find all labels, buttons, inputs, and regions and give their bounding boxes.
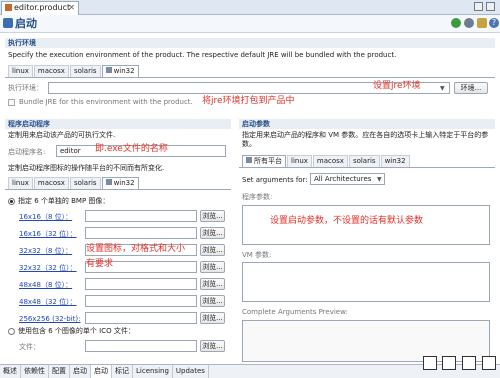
bmp-radio-label: 指定 6 个单独的 BMP 图像： [18,197,110,205]
bmp-link-0[interactable]: 16x16（8 位）： [19,213,72,222]
annotation-name: 即.exe文件的名称 [95,144,168,154]
annotation-icon-line2: 有要求 [86,259,114,269]
launcher-tabs: linux macosx solaris win32 [8,177,140,189]
annotation-icon-line1: 设置图标，对格式和大小 [86,244,186,254]
bmp-input-4[interactable] [85,278,197,290]
vm-args-textarea[interactable] [242,262,490,302]
divider [5,77,495,78]
bmp-link-4[interactable]: 48x48（8 位）： [19,281,72,290]
tab-linux[interactable]: linux [8,65,33,77]
maximize-icon[interactable] [486,2,495,11]
browse-button-ico[interactable]: 浏览... [200,340,225,352]
tab-dependencies[interactable]: 依赖性 [21,365,49,378]
chevron-down-icon[interactable]: ▼ [377,176,382,183]
bmp-input-6[interactable] [85,312,197,324]
page-title: 启动 [15,17,37,30]
ico-radio[interactable] [8,328,15,335]
bmp-link-5[interactable]: 48x48（32 位）： [19,298,77,307]
divider [5,189,231,190]
file-label: 文件： [19,343,40,351]
set-args-select[interactable]: All Architectures [310,173,385,185]
vm-args-label: VM 参数: [242,251,272,259]
tab-configuration[interactable]: 配置 [49,365,70,378]
product-file-icon [5,4,12,11]
divider [239,167,495,168]
exec-env-heading: 执行环境 [5,38,495,48]
bmp-link-3[interactable]: 32x32（32 位）： [19,264,77,273]
tab-branding[interactable]: 标记 [112,365,133,378]
editor-tab-title: editor.product [14,3,71,12]
browse-button-5[interactable]: 浏览... [200,295,225,307]
tab-solaris[interactable]: solaris [69,65,101,77]
run-icon[interactable] [451,18,461,28]
platform-icon [246,157,252,163]
annotation-env: 设置jre环境 [373,81,421,91]
browse-button-6[interactable]: 浏览... [200,312,225,324]
form-title-bar [0,15,500,33]
bmp-link-2[interactable]: 32x32（8 位）： [19,247,72,256]
launch-args-heading: 启动参数 [239,119,495,129]
bmp-link-6[interactable]: 256x256 (32-bit): [19,315,80,324]
tab-macosx[interactable]: macosx [33,65,69,77]
bmp-link-1[interactable]: 16x16（32 位）： [19,230,77,239]
bmp-radio[interactable] [8,198,15,205]
tab-win32[interactable]: win32 [101,177,139,189]
launcher-heading: 程序启动程序 [5,119,231,129]
bmp-input-0[interactable] [85,210,197,222]
tab-macosx[interactable]: macosx [33,177,69,189]
win32-icon [105,179,112,185]
help-icon[interactable]: ? [489,18,499,28]
tab-win32[interactable]: win32 [101,65,139,77]
exec-env-description: Specify the execution environment of the… [8,51,397,59]
screenshot-box [482,356,496,370]
browse-button-1[interactable]: 浏览... [200,227,225,239]
bundle-jre-label: Bundle JRE for this environment with the… [19,98,193,106]
tab-win32[interactable]: win32 [380,155,410,167]
tab-all-platforms[interactable]: 所有平台 [242,155,286,167]
tab-linux[interactable]: linux [287,155,312,167]
tab-updates[interactable]: Updates [173,365,209,378]
screenshot-box [462,356,476,370]
ico-file-input[interactable] [85,340,197,352]
launch-args-tabs: 所有平台 linux macosx solaris win32 [242,155,411,167]
launch-icon [3,18,13,28]
env-button[interactable]: 环境... [454,82,488,94]
tab-overview[interactable]: 概述 [0,365,21,378]
tab-macosx[interactable]: macosx [312,155,348,167]
bundle-jre-checkbox[interactable] [8,99,15,106]
debug-icon[interactable] [464,18,474,28]
ico-radio-label: 使用包含 6 个图像的单个 ICO 文件： [18,327,135,335]
close-icon[interactable]: ✕ [68,2,75,14]
browse-button-3[interactable]: 浏览... [200,261,225,273]
screenshot-box [423,356,437,370]
browse-button-2[interactable]: 浏览... [200,244,225,256]
browse-button-4[interactable]: 浏览... [200,278,225,290]
tab-launch[interactable]: 启动 [91,365,112,378]
tab-solaris[interactable]: solaris [69,177,101,189]
launcher-name-label: 启动程序名: [8,148,46,156]
export-icon[interactable] [477,18,487,28]
env-label: 执行环境： [8,84,43,92]
editor-tab[interactable]: editor.product ✕ [1,1,79,15]
win32-icon [105,67,112,73]
set-args-label: Set arguments for: [242,176,308,184]
tab-linux[interactable]: linux [8,177,33,189]
program-args-label: 程序参数: [242,193,273,201]
browse-button-0[interactable]: 浏览... [200,210,225,222]
minimize-icon[interactable] [474,2,483,11]
exec-env-tabs: linux macosx solaris win32 [8,65,140,77]
bmp-input-1[interactable] [85,227,197,239]
tab-licensing[interactable]: Licensing [133,365,173,378]
launch-args-description: 指定用来启动产品的程序和 VM 参数。应在各自的选项卡上输入特定于平台的参数。 [242,131,489,148]
annotation-args: 设置启动参数，不设置的话有默认参数 [270,216,424,226]
bmp-input-5[interactable] [85,295,197,307]
complete-args-label: Complete Arguments Preview: [242,308,348,316]
tab-solaris[interactable]: solaris [348,155,380,167]
chevron-down-icon[interactable]: ▼ [440,85,445,92]
icon-description: 定制启动程序图标的操作随平台的不同而有所变化. [8,164,165,172]
screenshot-box [442,356,456,370]
launcher-description: 定制用来启动该产品的可执行文件. [8,131,116,139]
tab-launching[interactable]: 启动 [70,365,91,378]
annotation-bundle: 将jre环境打包到产品中 [202,96,295,106]
